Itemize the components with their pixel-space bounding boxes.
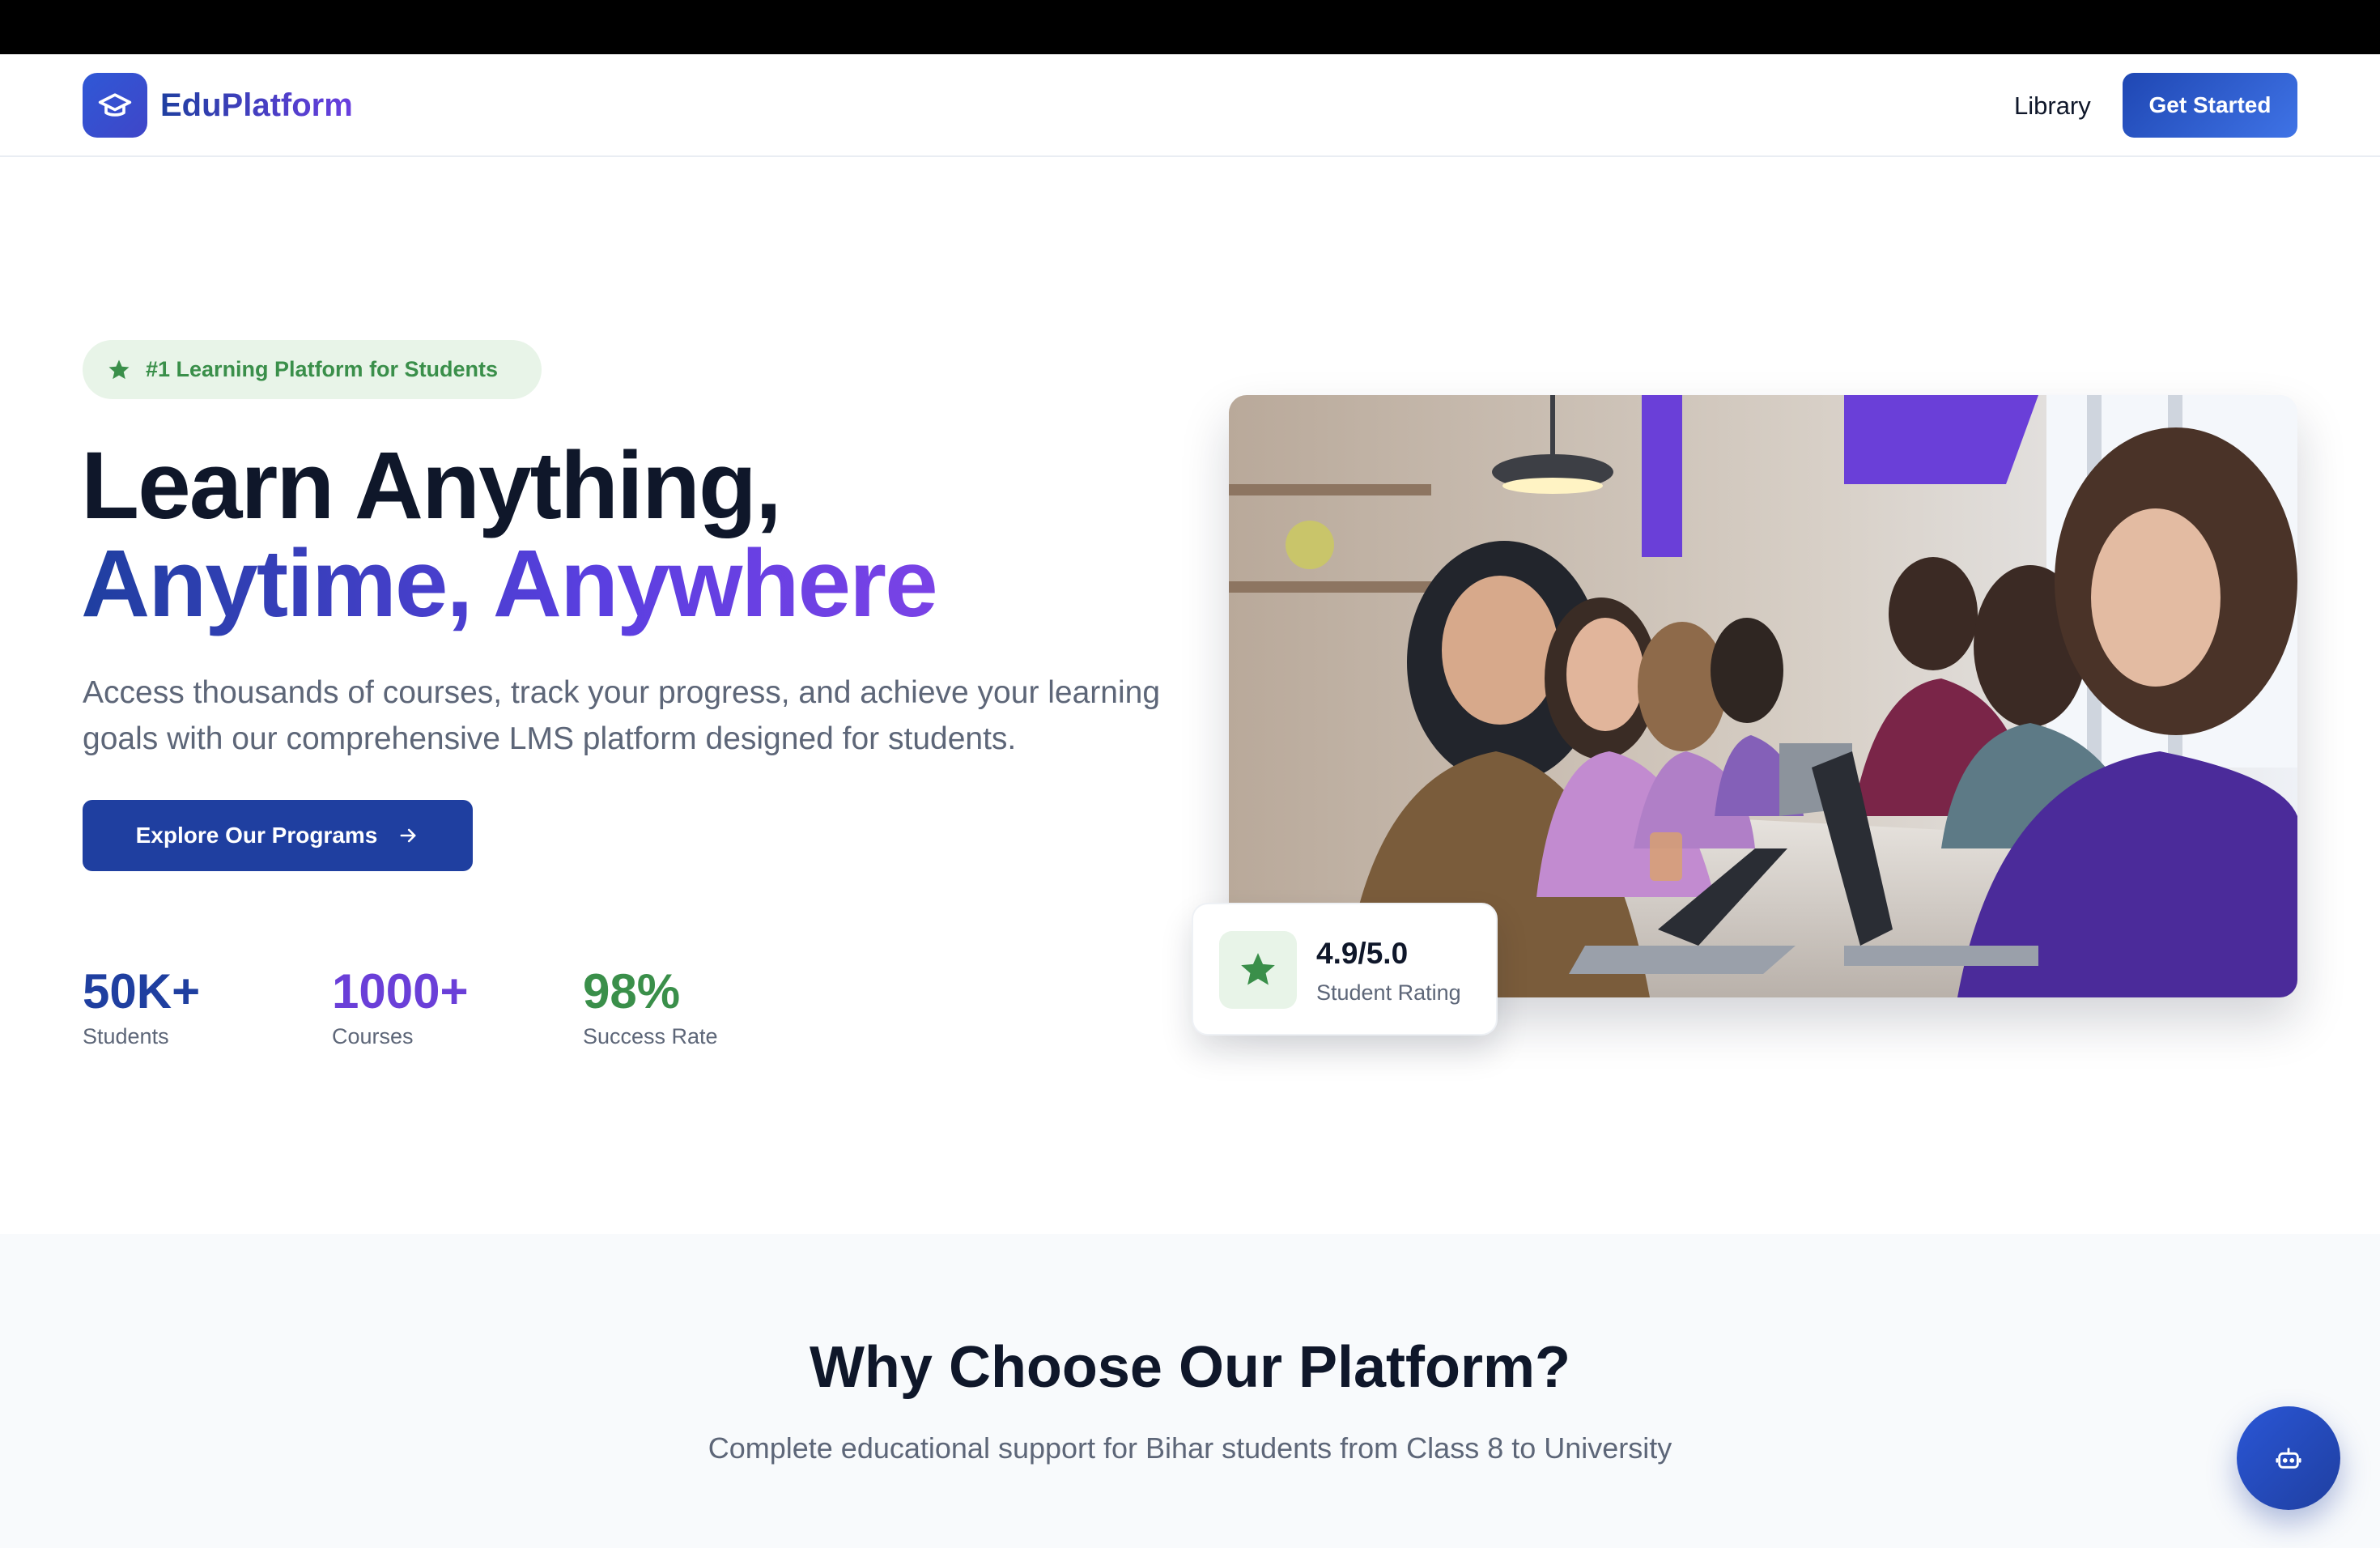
stat-courses: 1000+ Courses bbox=[332, 963, 469, 1051]
stat-label: Students bbox=[83, 1024, 169, 1048]
why-choose-section: Why Choose Our Platform? Complete educat… bbox=[0, 1234, 2380, 1548]
stat-value: 98% bbox=[583, 964, 681, 1019]
logo-badge[interactable] bbox=[83, 73, 147, 138]
graduation-cap-icon bbox=[98, 93, 132, 117]
section-subtitle: Complete educational support for Bihar s… bbox=[708, 1431, 1672, 1465]
hero-description: Access thousands of courses, track your … bbox=[83, 675, 1161, 756]
explore-programs-button[interactable]: Explore Our Programs bbox=[83, 800, 473, 871]
stat-value: 50K+ bbox=[83, 964, 201, 1019]
star-icon bbox=[108, 359, 130, 379]
get-started-button[interactable]: Get Started bbox=[2123, 73, 2297, 138]
hero-badge-text: #1 Learning Platform for Students bbox=[146, 357, 499, 381]
chatbot-icon bbox=[2276, 1448, 2301, 1469]
rating-label: Student Rating bbox=[1316, 980, 1461, 1005]
hero-title-line-1: Learn Anything, bbox=[81, 432, 782, 539]
stat-label: Courses bbox=[332, 1024, 414, 1048]
hero-badge: #1 Learning Platform for Students bbox=[83, 340, 542, 399]
hero-title-line-2: Anytime, Anywhere bbox=[81, 530, 938, 637]
stat-students: 50K+ Students bbox=[83, 963, 200, 1051]
site-header: EduPlatform Library Get Started bbox=[0, 54, 2380, 157]
nav-link-library[interactable]: Library bbox=[2014, 90, 2091, 122]
section-title: Why Choose Our Platform? bbox=[809, 1335, 1571, 1400]
chatbot-button[interactable] bbox=[2237, 1406, 2340, 1510]
arrow-right-icon bbox=[400, 828, 416, 843]
star-icon bbox=[1241, 953, 1275, 985]
rating-card: 4.9/5.0 Student Rating bbox=[1192, 903, 1498, 1036]
rating-icon-box bbox=[1219, 931, 1297, 1009]
rating-value: 4.9/5.0 bbox=[1316, 937, 1409, 970]
stat-label: Success Rate bbox=[583, 1024, 718, 1048]
stat-success-rate: 98% Success Rate bbox=[583, 963, 718, 1051]
brand-name[interactable]: EduPlatform bbox=[160, 85, 353, 125]
stat-value: 1000+ bbox=[332, 964, 469, 1019]
browser-top-bar bbox=[0, 0, 2380, 54]
explore-programs-label: Explore Our Programs bbox=[135, 823, 378, 848]
